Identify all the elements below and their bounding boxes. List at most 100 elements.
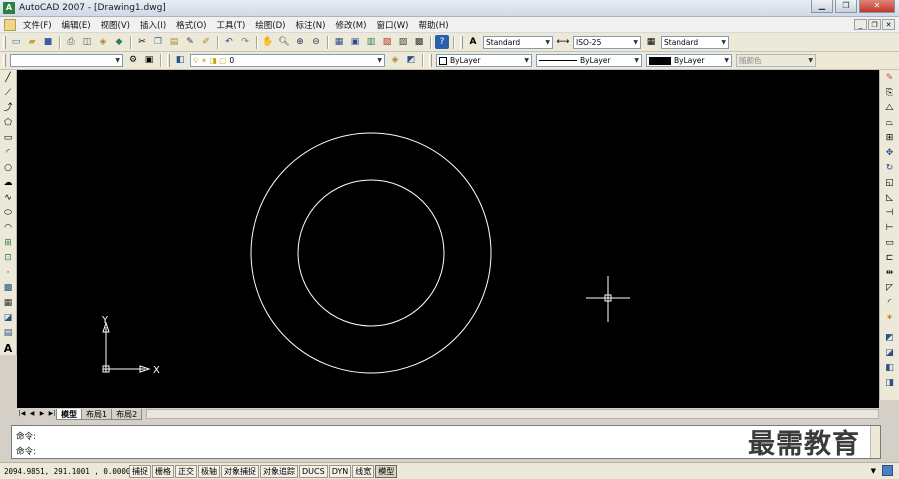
offset-icon[interactable]: ⏢ xyxy=(883,116,897,130)
fillet-icon[interactable]: ◜ xyxy=(883,296,897,310)
command-scrollbar[interactable] xyxy=(870,426,880,458)
pan-icon[interactable]: ✋ xyxy=(261,35,275,49)
close-button[interactable]: ✕ xyxy=(859,0,895,13)
move-icon[interactable]: ✥ xyxy=(883,146,897,160)
circle-icon[interactable]: ○ xyxy=(1,161,15,175)
menu-edit[interactable]: 编辑(E) xyxy=(57,19,96,31)
make-block-icon[interactable]: ⊡ xyxy=(1,251,15,265)
workspace-select[interactable]: ▼ xyxy=(10,54,123,67)
text-style-select[interactable]: Standard ▼ xyxy=(483,35,553,49)
cut-icon[interactable]: ✂ xyxy=(135,35,149,49)
stretch-icon[interactable]: ◺ xyxy=(883,191,897,205)
menu-help[interactable]: 帮助(H) xyxy=(414,19,454,31)
dim-style-select[interactable]: ISO-25 ▼ xyxy=(573,35,641,49)
help-icon[interactable]: ? xyxy=(435,35,449,49)
trim-icon[interactable]: ⊣ xyxy=(883,206,897,220)
save-icon[interactable]: ■ xyxy=(41,35,55,49)
horizontal-scrollbar[interactable] xyxy=(146,409,879,419)
publish-icon[interactable]: ◈ xyxy=(96,35,110,49)
outer-circle[interactable] xyxy=(250,132,492,374)
toolbar-grip[interactable] xyxy=(3,54,6,67)
draw-order-front-icon[interactable]: ◩ xyxy=(883,331,897,345)
send-under-icon[interactable]: ◨ xyxy=(883,376,897,390)
region-icon[interactable]: ◪ xyxy=(1,311,15,325)
table-icon[interactable]: ▤ xyxy=(1,326,15,340)
hatch-icon[interactable]: ▩ xyxy=(1,281,15,295)
otrack-toggle[interactable]: 对象追踪 xyxy=(260,464,298,478)
color-select[interactable]: ByLayer ▼ xyxy=(436,54,532,67)
coordinate-readout[interactable]: 2094.9851, 291.1001 , 0.0000 xyxy=(0,467,130,476)
layer-previous-icon[interactable]: ◩ xyxy=(404,54,418,68)
tab-layout1[interactable]: 布局1 xyxy=(81,408,113,420)
bring-above-icon[interactable]: ◧ xyxy=(883,361,897,375)
draw-order-back-icon[interactable]: ◪ xyxy=(883,346,897,360)
array-icon[interactable]: ⊞ xyxy=(883,131,897,145)
rectangle-icon[interactable]: ▭ xyxy=(1,131,15,145)
copy-object-icon[interactable]: ⎘ xyxy=(883,86,897,100)
layer-manager-icon[interactable]: ◧ xyxy=(173,54,187,68)
lineweight-toggle[interactable]: 线宽 xyxy=(352,464,375,478)
match-properties-icon[interactable]: ✎ xyxy=(183,35,197,49)
ducs-toggle[interactable]: DUCS xyxy=(299,464,328,478)
menu-window[interactable]: 窗口(W) xyxy=(371,19,413,31)
scale-icon[interactable]: ◱ xyxy=(883,176,897,190)
properties-icon[interactable]: ▦ xyxy=(332,35,346,49)
inner-circle[interactable] xyxy=(297,179,445,327)
sheet-set-icon[interactable]: ▧ xyxy=(380,35,394,49)
grid-toggle[interactable]: 栅格 xyxy=(152,464,174,478)
my-workspace-icon[interactable]: ▣ xyxy=(142,54,156,68)
block-editor-icon[interactable]: ✐ xyxy=(199,35,213,49)
ortho-toggle[interactable]: 正交 xyxy=(175,464,197,478)
menu-format[interactable]: 格式(O) xyxy=(171,19,211,31)
polygon-icon[interactable]: ⬠ xyxy=(1,116,15,130)
rotate-icon[interactable]: ↻ xyxy=(883,161,897,175)
maximize-button[interactable]: ❐ xyxy=(835,0,857,13)
zoom-window-icon[interactable]: ⊕ xyxy=(293,35,307,49)
toolbar-grip[interactable] xyxy=(3,35,6,49)
plot-preview-icon[interactable]: ◫ xyxy=(80,35,94,49)
line-icon[interactable]: ╱ xyxy=(1,71,15,85)
ellipse-arc-icon[interactable]: ◠ xyxy=(1,221,15,235)
zoom-realtime-icon[interactable]: 🔍︎ xyxy=(277,35,291,49)
gradient-icon[interactable]: ▦ xyxy=(1,296,15,310)
menu-modify[interactable]: 修改(M) xyxy=(330,19,371,31)
table-style-icon[interactable]: ▦ xyxy=(644,35,658,49)
workspace-settings-icon[interactable]: ⚙ xyxy=(126,54,140,68)
clean-screen-icon[interactable] xyxy=(882,465,893,476)
chamfer-icon[interactable]: ◸ xyxy=(883,281,897,295)
mirror-icon[interactable]: ⧍ xyxy=(883,101,897,115)
break-at-point-icon[interactable]: ▭ xyxy=(883,236,897,250)
paste-icon[interactable]: ▤ xyxy=(167,35,181,49)
calculator-icon[interactable]: ▩ xyxy=(412,35,426,49)
copy-icon[interactable]: ❐ xyxy=(151,35,165,49)
zoom-previous-icon[interactable]: ⊖ xyxy=(309,35,323,49)
osnap-toggle[interactable]: 对象捕捉 xyxy=(221,464,259,478)
command-prompt[interactable]: 命令: xyxy=(16,445,36,457)
model-space-canvas[interactable]: Y X xyxy=(17,70,879,408)
dyn-toggle[interactable]: DYN xyxy=(328,464,352,478)
insert-block-icon[interactable]: ⊞ xyxy=(1,236,15,250)
design-center-icon[interactable]: ▣ xyxy=(348,35,362,49)
arc-icon[interactable]: ◜ xyxy=(1,146,15,160)
tab-model[interactable]: 模型 xyxy=(56,408,82,420)
doc-close-button[interactable]: ✕ xyxy=(882,19,895,30)
menu-view[interactable]: 视图(V) xyxy=(96,19,135,31)
menu-dimension[interactable]: 标注(N) xyxy=(290,19,330,31)
qnew-icon[interactable]: ▭ xyxy=(9,35,23,49)
menu-draw[interactable]: 绘图(D) xyxy=(250,19,290,31)
toolbar-grip[interactable] xyxy=(460,35,463,49)
ellipse-icon[interactable]: ⬭ xyxy=(1,206,15,220)
document-icon[interactable] xyxy=(4,18,16,31)
menu-insert[interactable]: 插入(I) xyxy=(135,19,171,31)
undo-icon[interactable]: ↶ xyxy=(222,35,236,49)
table-style-select[interactable]: Standard ▼ xyxy=(661,35,729,49)
menu-tools[interactable]: 工具(T) xyxy=(211,19,250,31)
tool-palettes-icon[interactable]: ▥ xyxy=(364,35,378,49)
prev-tab-icon[interactable]: ◀ xyxy=(27,409,37,419)
join-icon[interactable]: ⇹ xyxy=(883,266,897,280)
next-tab-icon[interactable]: ▶ xyxy=(37,409,47,419)
linetype-select[interactable]: ByLayer ▼ xyxy=(536,54,642,67)
polyline-icon[interactable]: ⤴ xyxy=(1,101,15,115)
extend-icon[interactable]: ⊢ xyxy=(883,221,897,235)
explode-icon[interactable]: ✶ xyxy=(883,311,897,325)
